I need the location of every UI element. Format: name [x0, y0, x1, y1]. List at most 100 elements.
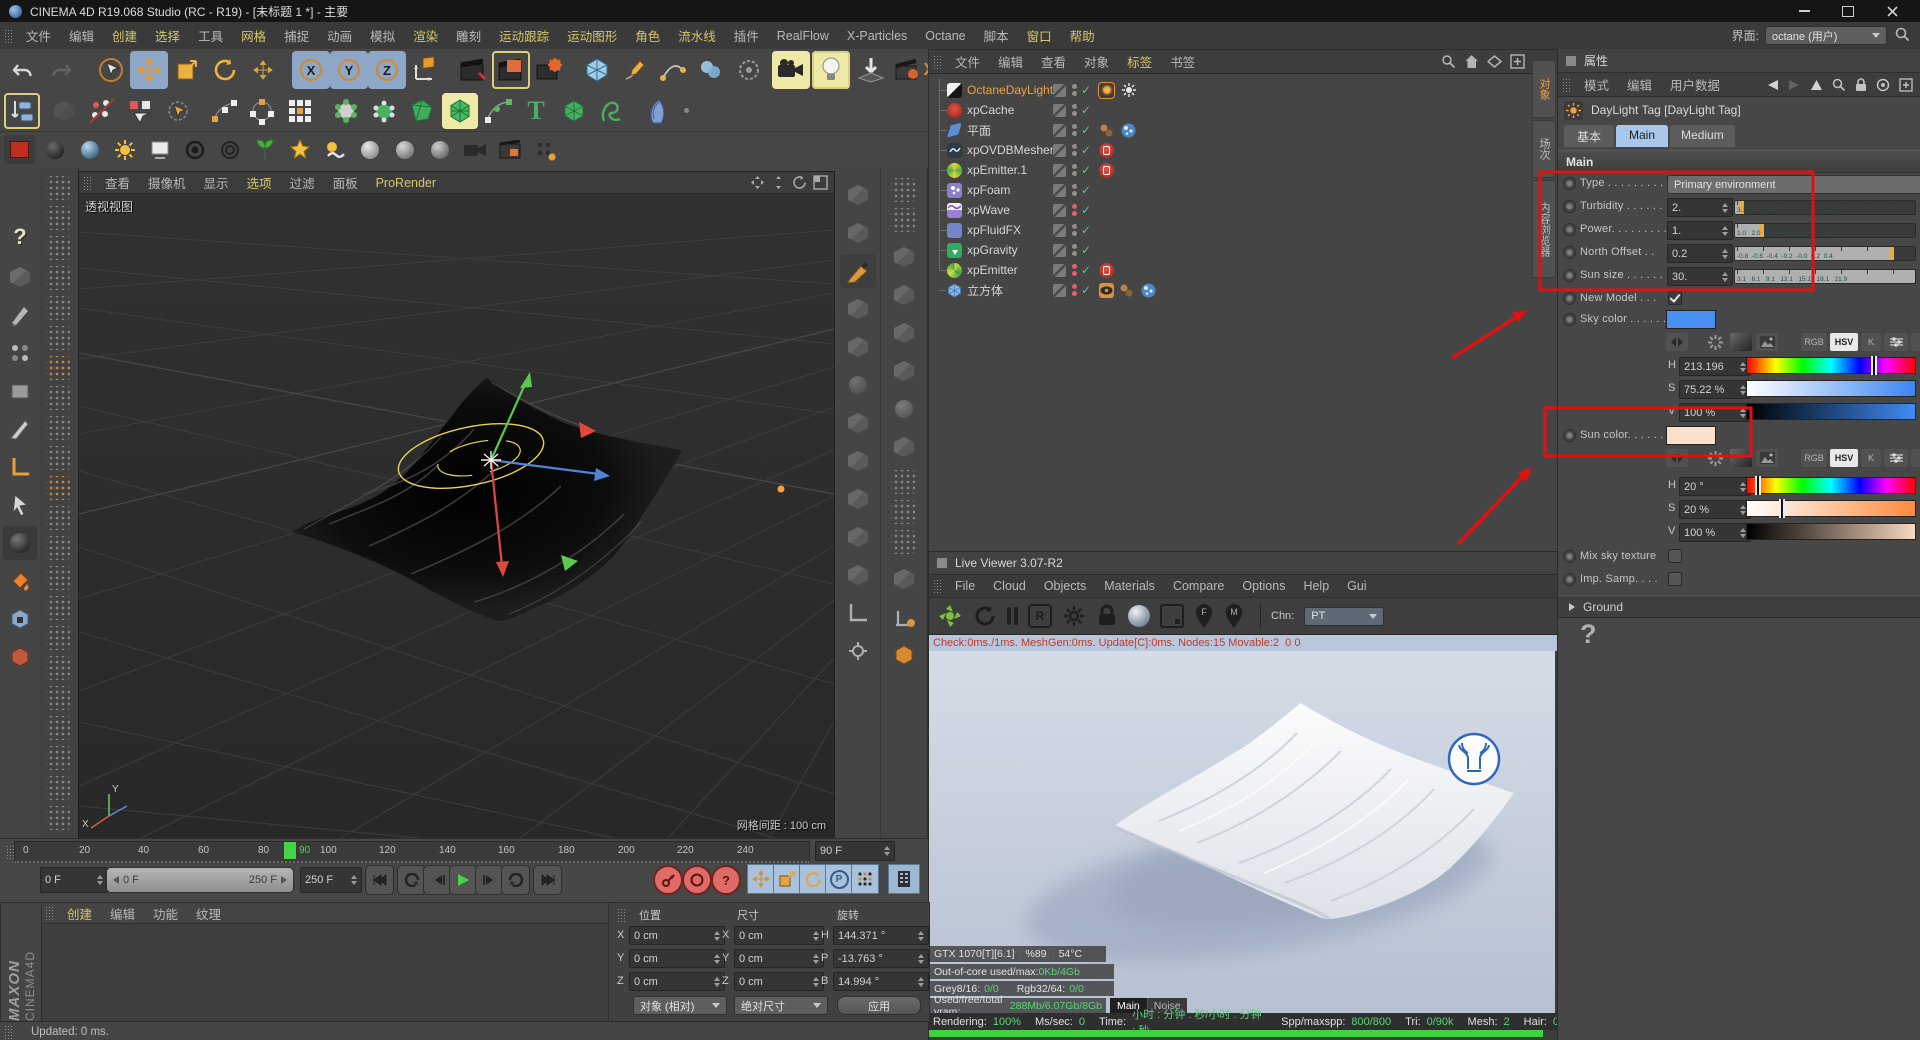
- menu-render[interactable]: 渲染: [404, 26, 447, 45]
- points-mode-button[interactable]: [206, 93, 242, 129]
- field-tool[interactable]: [730, 51, 768, 89]
- lv-menu-grip[interactable]: [933, 579, 942, 593]
- palette-button[interactable]: [891, 500, 915, 524]
- om-layer-box[interactable]: [1053, 144, 1066, 157]
- spectrum-mode-button[interactable]: [1911, 449, 1920, 467]
- palette-button[interactable]: [46, 266, 70, 290]
- size-y-field[interactable]: 0 cm: [734, 949, 824, 968]
- object-row-xpemitter1[interactable]: xpEmitter.1 ✓: [929, 160, 1547, 180]
- start-frame-field[interactable]: 0 F: [40, 867, 108, 893]
- play-button[interactable]: [449, 865, 478, 895]
- mm-menu-create[interactable]: 创建: [58, 904, 101, 923]
- sun-v-field[interactable]: 100 %: [1679, 523, 1751, 542]
- menu-realflow[interactable]: RealFlow: [768, 29, 838, 43]
- om-home-icon[interactable]: [1464, 54, 1479, 69]
- lv-region-render-icon[interactable]: [1160, 604, 1184, 628]
- rot-p-field[interactable]: -13.763 °: [833, 949, 929, 968]
- phong-tag-icon[interactable]: [1119, 283, 1134, 298]
- om-layer-box[interactable]: [1053, 124, 1066, 137]
- menu-help[interactable]: 帮助: [1061, 26, 1104, 45]
- compare-icon[interactable]: [1666, 333, 1688, 351]
- menu-script[interactable]: 脚本: [975, 26, 1018, 45]
- type-dropdown[interactable]: Primary environment: [1667, 175, 1920, 194]
- spline-preset-tool[interactable]: [594, 93, 630, 129]
- octane-object-tag-icon[interactable]: [1141, 283, 1156, 298]
- display-tag-icon[interactable]: [1099, 283, 1114, 298]
- tab-medium[interactable]: Medium: [1670, 125, 1735, 147]
- spectrum-mode-button[interactable]: [1911, 333, 1920, 351]
- power-radio[interactable]: [1563, 223, 1576, 236]
- tab-basic[interactable]: 基本: [1564, 125, 1614, 147]
- palette-button[interactable]: [46, 746, 70, 770]
- attr-section-main[interactable]: Main: [1558, 150, 1920, 173]
- object-row-plane[interactable]: 平面 ✓: [929, 120, 1547, 140]
- gradient-box-icon[interactable]: [1730, 333, 1752, 351]
- range-slider[interactable]: 0 F 250 F: [106, 867, 294, 893]
- image-icon[interactable]: [1756, 333, 1778, 351]
- keyframe-selection-button[interactable]: ?: [711, 865, 741, 895]
- cursor-tool[interactable]: [3, 488, 37, 522]
- paint-bucket-tool[interactable]: [3, 564, 37, 598]
- minimize-button[interactable]: [1784, 0, 1824, 22]
- viewport-toggle-icon[interactable]: [813, 175, 828, 190]
- attr-menu-userdata[interactable]: 用户数据: [1661, 75, 1729, 94]
- enable-axis-button[interactable]: [160, 93, 196, 129]
- octane-texture-sphere-2[interactable]: [389, 135, 420, 164]
- menu-octane[interactable]: Octane: [916, 29, 974, 43]
- lock-z-axis[interactable]: Z: [368, 51, 406, 89]
- camera-tool[interactable]: [772, 51, 810, 89]
- om-enabled-check[interactable]: ✓: [1081, 283, 1091, 297]
- attr-menu-edit[interactable]: 编辑: [1618, 75, 1661, 94]
- viewport-menu-panel[interactable]: 面板: [324, 173, 367, 192]
- viewport-menu-display[interactable]: 显示: [195, 173, 238, 192]
- om-add-icon[interactable]: [1510, 54, 1525, 69]
- render-view-button[interactable]: [454, 51, 492, 89]
- ground-group-header[interactable]: Ground: [1558, 595, 1920, 618]
- modeling-cube-tool[interactable]: [578, 51, 616, 89]
- goto-start-button[interactable]: [365, 865, 394, 895]
- om-enabled-check[interactable]: ✓: [1081, 203, 1091, 217]
- palette-cube-button[interactable]: [886, 278, 922, 312]
- palette-sphere-button[interactable]: [886, 392, 922, 426]
- restart-render-icon[interactable]: [973, 604, 997, 628]
- om-visibility-dots[interactable]: [1072, 244, 1077, 256]
- viewport-menu-prorender[interactable]: ProRender: [367, 176, 445, 190]
- timeline-window-button[interactable]: [888, 864, 920, 894]
- palette-cube-button[interactable]: [886, 354, 922, 388]
- lv-settings-gear-icon[interactable]: [1062, 604, 1086, 628]
- sky-value-bar[interactable]: [1746, 403, 1916, 420]
- kelvin-mode-button[interactable]: K: [1861, 449, 1881, 467]
- move-tool[interactable]: [130, 51, 168, 89]
- attr-back-icon[interactable]: [1766, 79, 1779, 91]
- mix-sky-texture-radio[interactable]: [1563, 550, 1576, 563]
- octane-material-glossy-button[interactable]: [74, 135, 105, 164]
- brush-tool[interactable]: [3, 298, 37, 332]
- palette-button[interactable]: [46, 536, 70, 560]
- timeline-ruler[interactable]: 0 20 40 60 80 90 100 120 140 160 180 200…: [14, 841, 810, 863]
- octane-render-passes-button[interactable]: [494, 135, 525, 164]
- palette-button[interactable]: [46, 506, 70, 530]
- palette-button[interactable]: [891, 208, 915, 232]
- next-key-button[interactable]: [475, 865, 504, 895]
- om-enabled-check[interactable]: ✓: [1081, 163, 1091, 177]
- menu-motion-tracker[interactable]: 运动跟踪: [490, 26, 558, 45]
- om-enabled-check[interactable]: ✓: [1081, 263, 1091, 277]
- undo-button[interactable]: [4, 51, 42, 89]
- goto-end-button[interactable]: [533, 865, 562, 895]
- octane-material-black-button[interactable]: [39, 135, 70, 164]
- attr-search-icon[interactable]: [1832, 78, 1846, 92]
- imp-samp-checkbox[interactable]: [1668, 572, 1682, 586]
- object-row-xpfluidfx[interactable]: xpFluidFX ✓: [929, 220, 1547, 240]
- menu-edit[interactable]: 编辑: [60, 26, 103, 45]
- menu-mesh[interactable]: 网格: [232, 26, 275, 45]
- cube-primitive-tool[interactable]: [556, 93, 592, 129]
- rot-h-field[interactable]: 144.371 °: [833, 926, 929, 945]
- apply-button[interactable]: 应用: [837, 996, 921, 1015]
- rgb-mode-button[interactable]: RGB: [1801, 449, 1827, 467]
- record-keyframe-button[interactable]: [653, 865, 683, 895]
- side-tab-objects[interactable]: 对象: [1532, 60, 1556, 118]
- search-icon[interactable]: [1895, 27, 1910, 45]
- object-row-xpgravity[interactable]: xpGravity ✓: [929, 240, 1547, 260]
- lock-y-axis[interactable]: Y: [330, 51, 368, 89]
- om-layer-box[interactable]: [1053, 204, 1066, 217]
